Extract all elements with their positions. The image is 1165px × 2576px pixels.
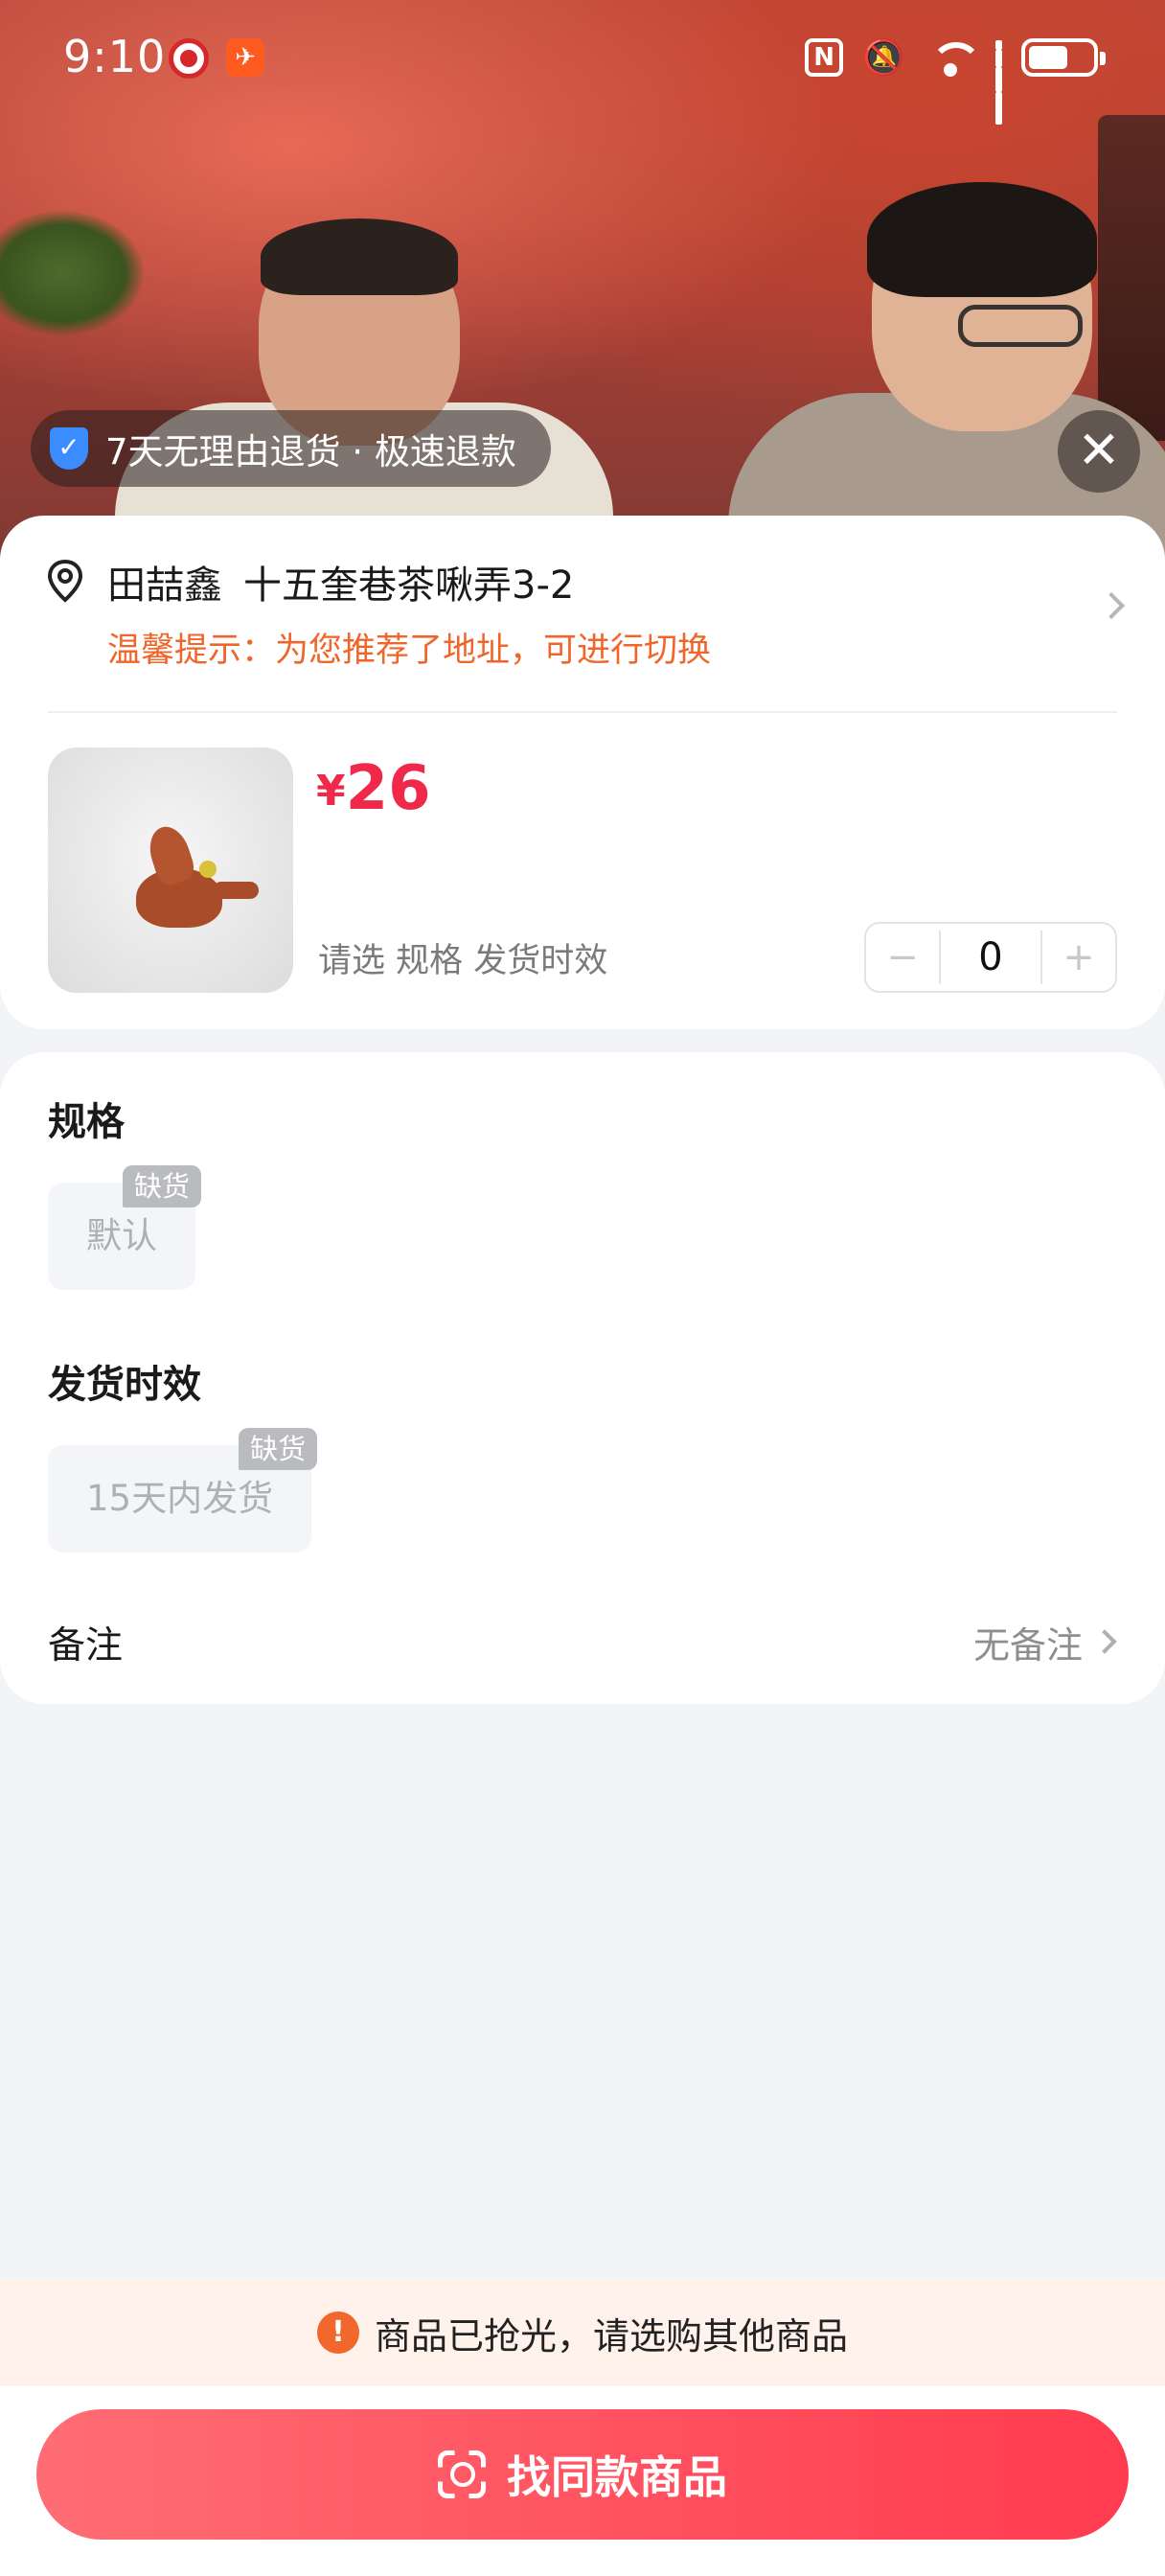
host-right-hair: [867, 182, 1097, 297]
nfc-icon: N: [805, 38, 844, 77]
return-policy-badge[interactable]: 7天无理由退货 · 极速退款: [31, 410, 551, 487]
bottom-bar: 找同款商品: [0, 2386, 1165, 2576]
spec-hint: 请选 规格 发货时效: [318, 942, 608, 980]
glasses: [958, 305, 1083, 347]
product-price: ¥26: [316, 753, 431, 824]
close-button[interactable]: ✕: [1058, 410, 1140, 493]
divider: [48, 711, 1117, 713]
recipient-name: 田喆鑫: [107, 564, 222, 608]
china-citic-app-icon: [169, 38, 209, 79]
orange-app-icon: ✈: [226, 38, 264, 77]
warning-icon: !: [316, 2312, 359, 2354]
spec-option-label: 默认: [86, 1215, 157, 1256]
host-left-hair: [261, 218, 458, 295]
address-tip: 温馨提示：为您推荐了地址，可进行切换: [107, 632, 712, 670]
scan-search-icon: [438, 2450, 486, 2498]
increase-button[interactable]: +: [1042, 924, 1115, 991]
spec-title: 规格: [48, 1100, 125, 1144]
address-detail: 十五奎巷茶啾弄3-2: [243, 564, 575, 608]
close-icon: ✕: [1077, 420, 1121, 480]
chevron-right-icon[interactable]: [1097, 591, 1126, 620]
shield-check-icon: [50, 427, 88, 470]
remark-value[interactable]: 无备注: [973, 1616, 1083, 1668]
chevron-right-icon[interactable]: [1092, 1629, 1117, 1654]
address-row[interactable]: 田喆鑫 十五奎巷茶啾弄3-2: [107, 554, 574, 610]
price-value: 26: [345, 753, 431, 824]
location-pin-icon: [47, 559, 83, 603]
spec-option-default[interactable]: 默认 缺货: [48, 1165, 201, 1290]
wifi-icon: [925, 38, 982, 77]
spec-card: 规格 默认 缺货 发货时效 15天内发货 缺货 备注 无备注: [0, 1052, 1165, 1704]
find-similar-label: 找同款商品: [507, 2451, 727, 2503]
decrease-button[interactable]: −: [866, 924, 939, 991]
remark-label: 备注: [48, 1624, 124, 1668]
find-similar-button[interactable]: 找同款商品: [36, 2409, 1129, 2540]
status-time: 9:10: [63, 31, 167, 82]
return-policy-text: 7天无理由退货 · 极速退款: [105, 431, 516, 472]
bonsai-plant: [0, 211, 144, 335]
ship-time-title: 发货时效: [48, 1363, 201, 1407]
ship-option-label: 15天内发货: [86, 1478, 274, 1519]
quantity-stepper: − 0 +: [864, 922, 1117, 993]
status-icons: N 🔕: [805, 34, 1106, 125]
mute-bell-icon: 🔕: [862, 38, 905, 78]
battery-icon: [1021, 38, 1106, 77]
status-bar: 9:10 ✈ N 🔕: [0, 0, 1165, 125]
teapot-ornament: [199, 861, 217, 878]
currency-symbol: ¥: [316, 767, 346, 816]
sold-out-text: 商品已抢光，请选购其他商品: [374, 2314, 848, 2358]
ship-option-15days[interactable]: 15天内发货 缺货: [48, 1428, 318, 1552]
sold-out-notice: ! 商品已抢光，请选购其他商品: [0, 2279, 1165, 2386]
order-summary-card: 田喆鑫 十五奎巷茶啾弄3-2 温馨提示：为您推荐了地址，可进行切换 ¥26 请选 …: [0, 516, 1165, 1029]
quantity-value[interactable]: 0: [939, 931, 1042, 984]
out-of-stock-badge: 缺货: [122, 1165, 201, 1208]
display-shelf: [1098, 115, 1165, 441]
out-of-stock-badge: 缺货: [239, 1428, 318, 1470]
signal-icon: [995, 40, 1002, 125]
product-image[interactable]: [48, 748, 293, 993]
